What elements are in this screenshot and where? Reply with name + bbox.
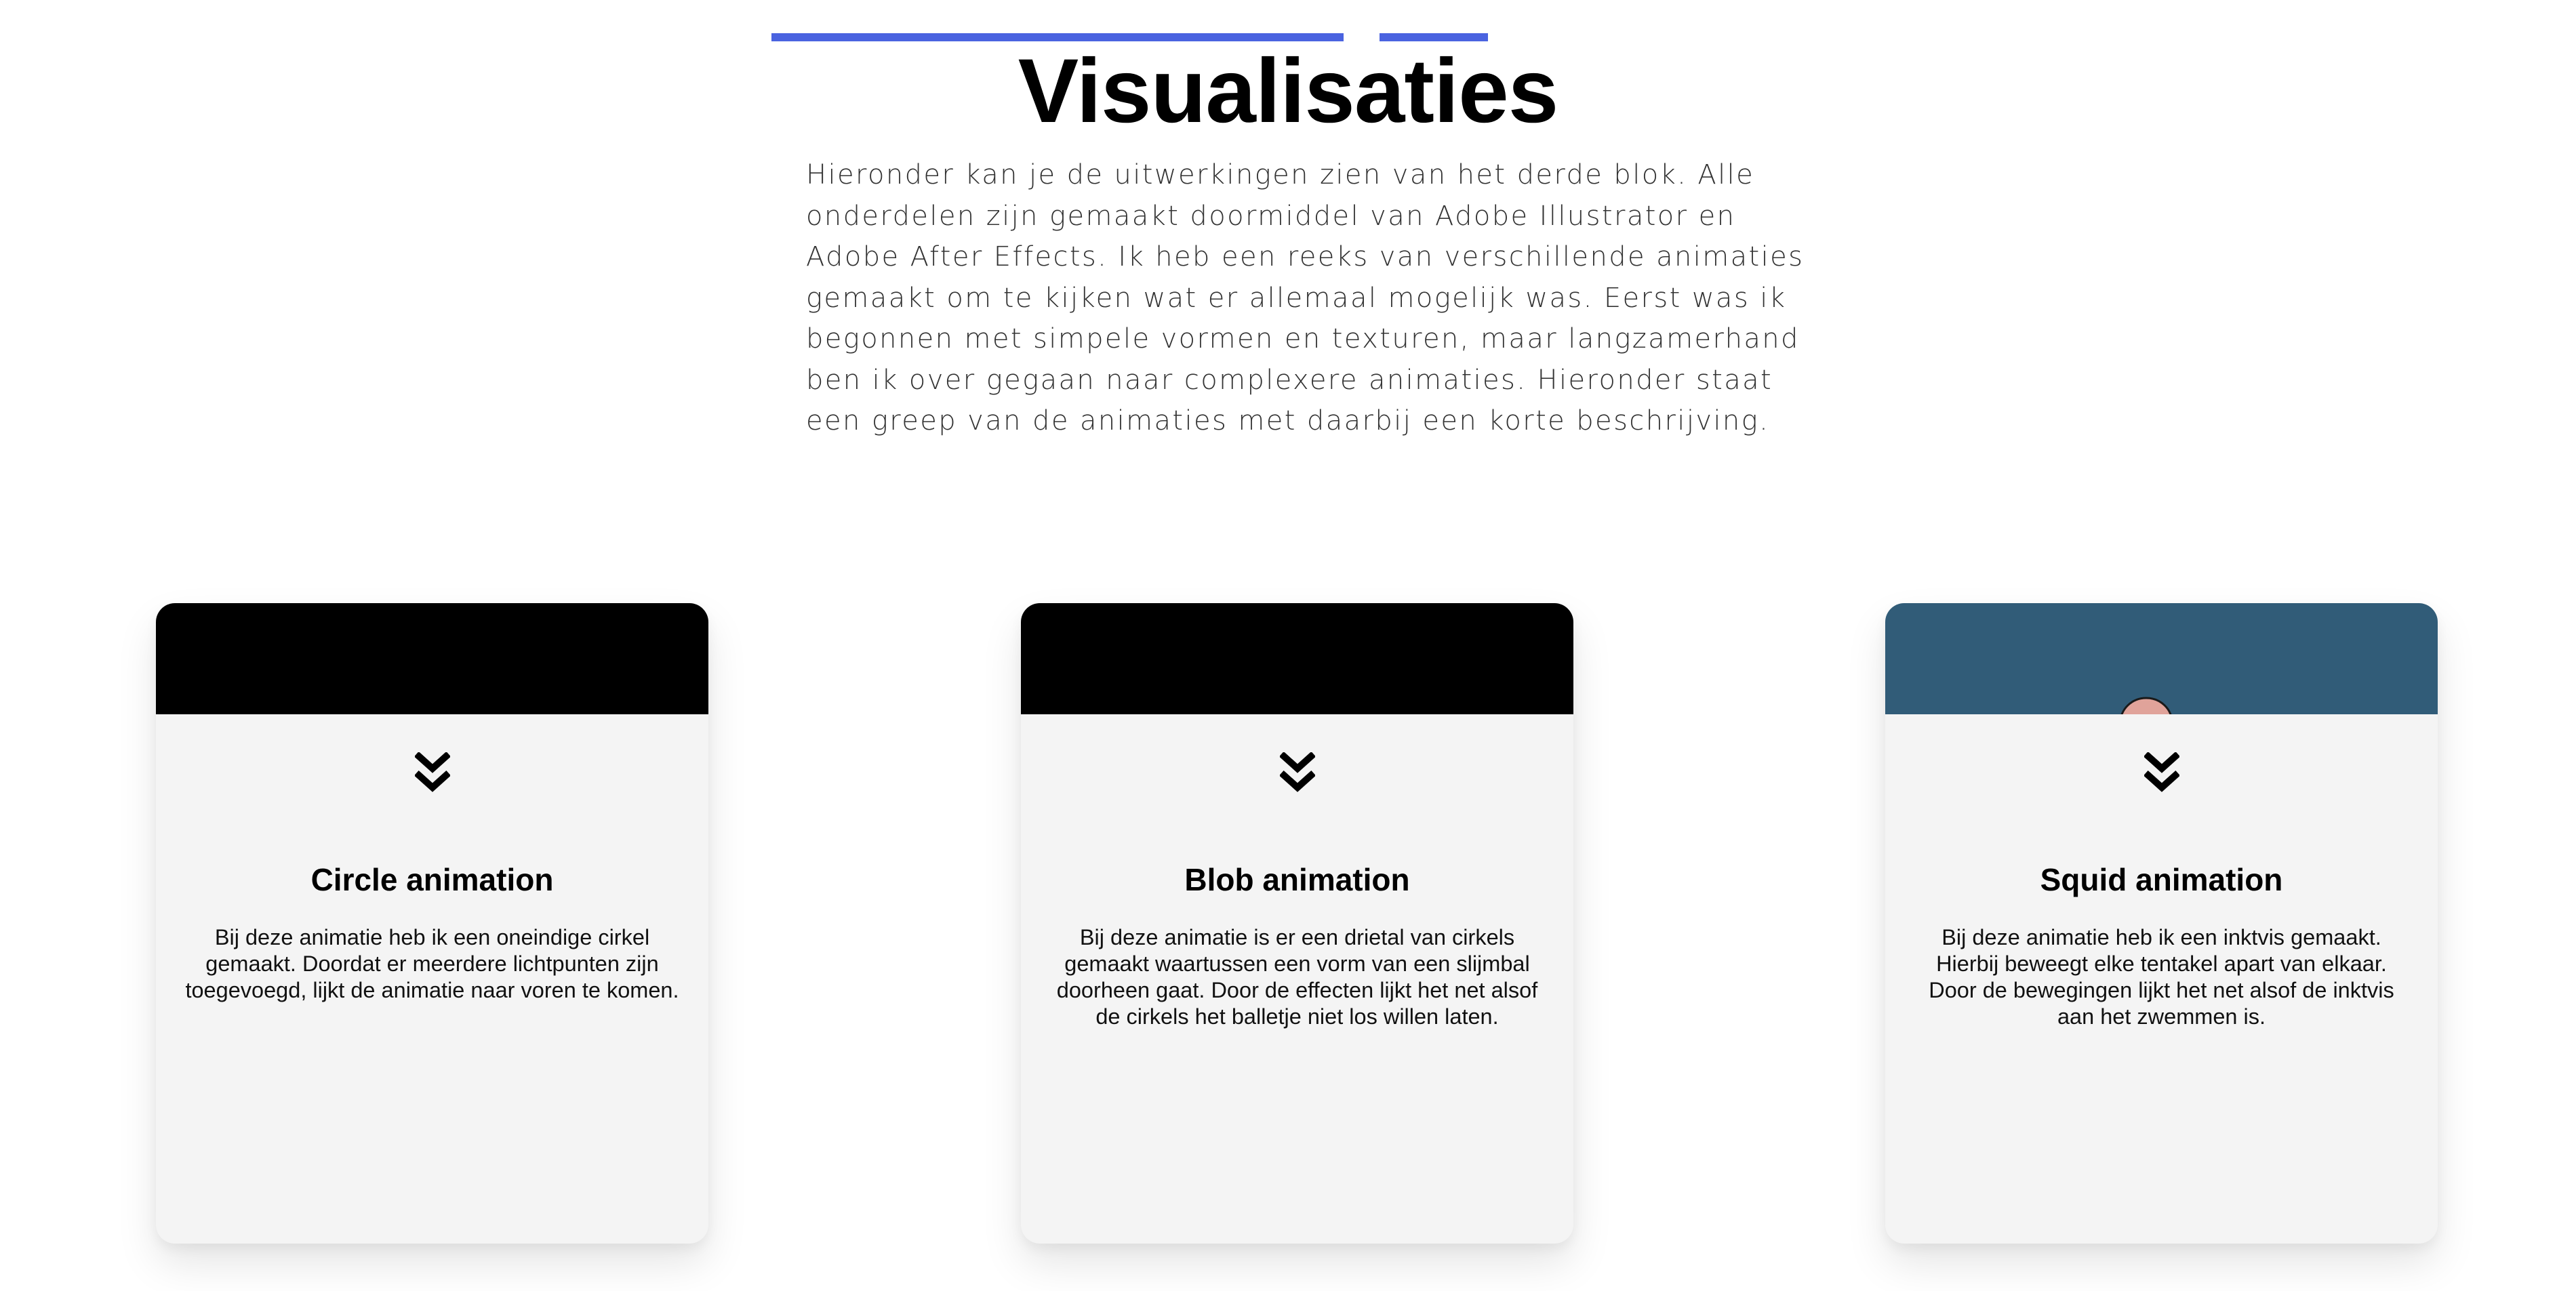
card-blob-animation[interactable]: Blob animation Bij deze animatie is er e… xyxy=(1021,603,1573,1244)
card-media-preview[interactable] xyxy=(1021,603,1573,714)
double-chevron-down-icon[interactable] xyxy=(2143,751,2181,796)
card-media-preview[interactable] xyxy=(156,603,708,714)
card-description: Bij deze animatie heb ik een inktvis gem… xyxy=(1929,925,2394,1029)
double-chevron-down-icon[interactable] xyxy=(1279,751,1316,796)
card-description: Bij deze animatie heb ik een oneindige c… xyxy=(185,925,679,1002)
animation-preview-black xyxy=(156,603,708,714)
visualisaties-section: Visualisaties Hieronder kan je de uitwer… xyxy=(0,0,2576,1291)
intro-paragraph: Hieronder kan je de uitwerkingen zien va… xyxy=(806,159,1805,436)
page-title: Visualisaties xyxy=(1018,41,1559,142)
double-chevron-down-icon[interactable] xyxy=(414,751,451,796)
card-title: Blob animation xyxy=(1184,862,1410,897)
card-description: Bij deze animatie is er een drietal van … xyxy=(1056,925,1538,1029)
card-squid-animation[interactable]: Squid animation Bij deze animatie heb ik… xyxy=(1885,603,2438,1244)
card-title: Circle animation xyxy=(310,862,554,897)
card-media-preview[interactable] xyxy=(1885,603,2438,714)
card-title: Squid animation xyxy=(2040,862,2283,897)
card-circle-animation[interactable]: Circle animation Bij deze animatie heb i… xyxy=(156,603,708,1244)
squid-animation-preview xyxy=(1885,603,2438,714)
animation-preview-black xyxy=(1021,603,1573,714)
